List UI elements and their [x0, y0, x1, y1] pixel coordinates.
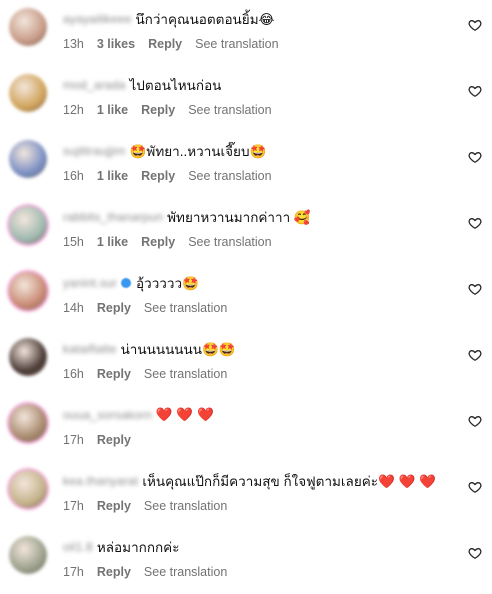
reply-button[interactable]: Reply [97, 301, 131, 315]
comment-header: ayayailikeee นึกว่าคุณนอตตอนยิ้ม😂 [63, 10, 274, 28]
comment-time: 17h [63, 565, 84, 579]
comment-header: yanint.sur อุ้ววววว🤩 [63, 274, 199, 292]
avatar[interactable] [9, 74, 47, 112]
comment-time: 16h [63, 367, 84, 381]
heart-outline-icon[interactable] [468, 18, 482, 32]
comment-text: นึกว่าคุณนอตตอนยิ้ม😂 [135, 12, 275, 27]
heart-outline-icon[interactable] [468, 282, 482, 296]
comment-meta: 17h Reply See translation [63, 564, 240, 580]
see-translation-link[interactable]: See translation [144, 499, 227, 513]
comment-username[interactable]: kea.thanyarat [63, 474, 138, 488]
avatar[interactable] [9, 8, 47, 46]
heart-outline-icon[interactable] [468, 348, 482, 362]
comment-text: 🤩พัทยา..หวานเจี๊ยบ🤩 [129, 144, 267, 159]
reply-button[interactable]: Reply [141, 235, 175, 249]
see-translation-link[interactable]: See translation [144, 367, 227, 381]
comment-text: เห็นคุณแป๊กก็มีความสุข ก็ใจฟูตามเลยค่ะ❤️… [142, 474, 436, 489]
comment-item: ouua_sorsakorn ❤️ ❤️ ❤️ 17h Reply [0, 396, 492, 462]
comment-text: ไปตอนไหนก่อน [129, 78, 222, 93]
comment-time: 14h [63, 301, 84, 315]
heart-outline-icon[interactable] [468, 84, 482, 98]
comment-header: kataiflatte น่านนนนนนน🤩🤩 [63, 340, 236, 358]
comment-item: rabbits_thanarpun พัทยาหวานมากค่าาา 🥰 15… [0, 198, 492, 264]
comment-meta: 15h 1 like Reply See translation [63, 234, 285, 250]
comment-header: oil1.8 หล่อมากกกค่ะ [63, 538, 179, 556]
comment-time: 17h [63, 499, 84, 513]
see-translation-link[interactable]: See translation [144, 301, 227, 315]
comment-header: rabbits_thanarpun พัทยาหวานมากค่าาา 🥰 [63, 208, 311, 226]
comment-header: ouua_sorsakorn ❤️ ❤️ ❤️ [63, 406, 214, 424]
comment-username[interactable]: yanint.sur [63, 276, 117, 290]
comment-item: ayayailikeee นึกว่าคุณนอตตอนยิ้ม😂 13h 3 … [0, 0, 492, 66]
avatar[interactable] [9, 272, 47, 310]
comment-time: 16h [63, 169, 84, 183]
see-translation-link[interactable]: See translation [188, 169, 271, 183]
avatar[interactable] [9, 536, 47, 574]
comment-username[interactable]: ouua_sorsakorn [63, 408, 152, 422]
comment-header: mod_arada ไปตอนไหนก่อน [63, 76, 221, 94]
comment-item: oil1.8 หล่อมากกกค่ะ 17h Reply See transl… [0, 528, 492, 594]
see-translation-link[interactable]: See translation [195, 37, 278, 51]
comment-text: ❤️ ❤️ ❤️ [155, 407, 214, 422]
comment-meta: 16h Reply See translation [63, 366, 240, 382]
comment-item: sujittraujjim 🤩พัทยา..หวานเจี๊ยบ🤩 16h 1 … [0, 132, 492, 198]
see-translation-link[interactable]: See translation [188, 235, 271, 249]
comments-list: ayayailikeee นึกว่าคุณนอตตอนยิ้ม😂 13h 3 … [0, 0, 492, 591]
reply-button[interactable]: Reply [97, 433, 131, 447]
comment-time: 13h [63, 37, 84, 51]
avatar[interactable] [9, 206, 47, 244]
heart-outline-icon[interactable] [468, 480, 482, 494]
comment-header: kea.thanyarat เห็นคุณแป๊กก็มีความสุข ก็ใ… [63, 472, 436, 490]
comment-item: yanint.sur อุ้ววววว🤩 14h Reply See trans… [0, 264, 492, 330]
comment-header: sujittraujjim 🤩พัทยา..หวานเจี๊ยบ🤩 [63, 142, 266, 160]
comment-meta: 13h 3 likes Reply See translation [63, 36, 292, 52]
reply-button[interactable]: Reply [97, 367, 131, 381]
comment-username[interactable]: oil1.8 [63, 540, 93, 554]
comment-meta: 16h 1 like Reply See translation [63, 168, 285, 184]
comment-likes[interactable]: 1 like [97, 103, 128, 117]
comment-meta: 12h 1 like Reply See translation [63, 102, 285, 118]
comment-item: kataiflatte น่านนนนนนน🤩🤩 16h Reply See t… [0, 330, 492, 396]
comment-likes[interactable]: 1 like [97, 169, 128, 183]
avatar[interactable] [9, 404, 47, 442]
comment-username[interactable]: mod_arada [63, 78, 126, 92]
comment-item: mod_arada ไปตอนไหนก่อน 12h 1 like Reply … [0, 66, 492, 132]
see-translation-link[interactable]: See translation [144, 565, 227, 579]
heart-outline-icon[interactable] [468, 414, 482, 428]
comment-text: หล่อมากกกค่ะ [96, 540, 180, 555]
heart-outline-icon[interactable] [468, 216, 482, 230]
avatar[interactable] [9, 470, 47, 508]
comment-time: 12h [63, 103, 84, 117]
verified-badge-icon [121, 278, 132, 288]
comment-text: อุ้ววววว🤩 [136, 276, 199, 291]
comment-time: 15h [63, 235, 84, 249]
reply-button[interactable]: Reply [148, 37, 182, 51]
comment-username[interactable]: ayayailikeee [63, 12, 131, 26]
avatar[interactable] [9, 338, 47, 376]
comment-item: kea.thanyarat เห็นคุณแป๊กก็มีความสุข ก็ใ… [0, 462, 492, 528]
heart-outline-icon[interactable] [468, 150, 482, 164]
comment-likes[interactable]: 1 like [97, 235, 128, 249]
comment-username[interactable]: kataiflatte [63, 342, 117, 356]
reply-button[interactable]: Reply [97, 565, 131, 579]
comment-likes[interactable]: 3 likes [97, 37, 135, 51]
comment-username[interactable]: rabbits_thanarpun [63, 210, 163, 224]
comment-text: พัทยาหวานมากค่าาา 🥰 [167, 210, 311, 225]
avatar[interactable] [9, 140, 47, 178]
reply-button[interactable]: Reply [141, 103, 175, 117]
heart-outline-icon[interactable] [468, 546, 482, 560]
reply-button[interactable]: Reply [97, 499, 131, 513]
comment-text: น่านนนนนนน🤩🤩 [120, 342, 236, 357]
comment-username[interactable]: sujittraujjim [63, 144, 126, 158]
comment-meta: 17h Reply See translation [63, 498, 240, 514]
comment-meta: 14h Reply See translation [63, 300, 240, 316]
see-translation-link[interactable]: See translation [188, 103, 271, 117]
comment-time: 17h [63, 433, 84, 447]
comment-meta: 17h Reply [63, 432, 144, 448]
reply-button[interactable]: Reply [141, 169, 175, 183]
